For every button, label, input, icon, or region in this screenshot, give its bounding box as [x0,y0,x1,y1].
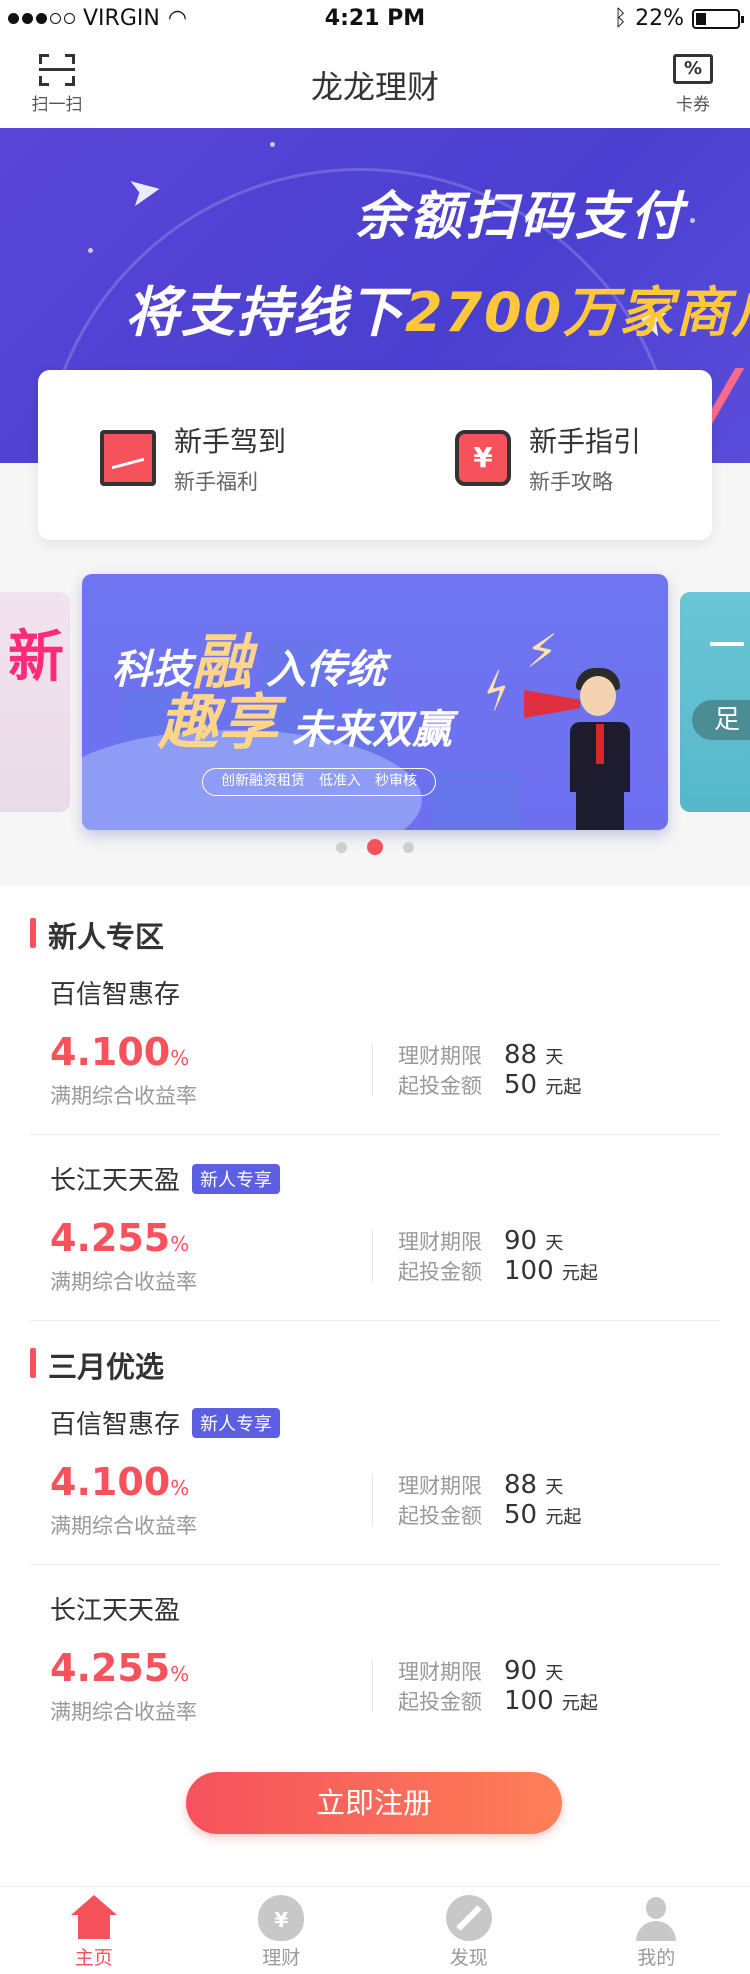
megaphone-icon [524,690,580,718]
home-icon [70,1895,117,1941]
quick-item-subtitle: 新手攻略 [529,470,613,494]
presentation-chart-icon [100,430,156,486]
tab-label: 理财 [262,1947,301,1969]
wallet-yen-icon: ¥ [455,430,511,486]
lightning-icon: ⚡ [469,659,525,723]
product-rate: 4.100% [50,1460,190,1504]
user-icon [633,1895,679,1941]
rate-label: 满期综合收益率 [50,1084,197,1108]
product-name: 长江天天盈 [50,1166,181,1196]
rate-label: 满期综合收益率 [50,1270,197,1294]
carousel-active-slide[interactable]: 科技融 入传统 趣享 未来双赢 创新融资租赁 低准入 秒审核 ⚡ ⚡ [82,574,668,830]
carousel-peek-text [710,642,744,646]
hero-headline: 余额扫码支付 [355,187,686,247]
product-rate: 4.255% [50,1646,190,1690]
tab-bar: 主页 ¥ 理财 发现 我的 [0,1886,750,1974]
term-row: 理财期限 88 天 [398,1470,564,1500]
product-rate: 4.255% [50,1216,190,1260]
carousel-peek-pill: 足 [692,700,750,740]
quick-item-title: 新手指引 [529,425,642,458]
quick-item-title: 新手驾到 [174,425,287,458]
money-bag-icon: ¥ [258,1895,305,1941]
pager-dot[interactable] [403,841,414,853]
pager-dot[interactable] [336,841,347,853]
tab-discover[interactable]: 发现 [375,1887,563,1974]
coupon-icon: % [673,54,713,84]
paper-plane-icon: ➤ [124,165,166,217]
product-name: 长江天天盈 [50,1596,181,1626]
tab-home[interactable]: 主页 [0,1887,188,1974]
term-row: 理财期限 90 天 [398,1226,564,1256]
status-bar: VIRGIN ◠ 4:21 PM ᛒ 22% [0,0,750,40]
battery-percent: 22% [635,6,684,31]
min-amount-row: 起投金额 50 元起 [398,1070,582,1100]
bluetooth-icon: ᛒ [613,6,628,31]
new-user-tag: 新人专享 [192,1407,281,1438]
rate-label: 满期综合收益率 [50,1514,197,1538]
min-amount-row: 起投金额 100 元起 [398,1256,598,1286]
coupon-label: 卡券 [676,95,710,115]
carousel-pager [0,839,750,855]
compass-icon [445,1895,492,1941]
tab-label: 主页 [74,1947,113,1969]
nav-bar: 扫一扫 龙龙理财 % 卡券 [0,40,750,128]
quick-item-subtitle: 新手福利 [174,470,258,494]
quick-item-newbie-guide[interactable]: ¥ 新手指引 新手攻略 [455,420,641,496]
register-button[interactable]: 立即注册 [186,1772,562,1834]
section-title: 新人专区 [30,914,164,956]
min-amount-row: 起投金额 50 元起 [398,1500,582,1530]
rate-label: 满期综合收益率 [50,1700,197,1724]
pager-dot-active[interactable] [367,839,383,855]
tab-label: 我的 [637,1947,676,1969]
battery-icon [692,8,744,29]
section-title: 三月优选 [30,1344,164,1386]
businessman-illustration [524,640,654,830]
term-row: 理财期限 88 天 [398,1040,564,1070]
new-user-tag: 新人专享 [192,1163,281,1194]
tab-mine[interactable]: 我的 [563,1887,750,1974]
tab-finance[interactable]: ¥ 理财 [188,1887,376,1974]
carousel-prev-slide[interactable]: 新 [0,592,70,812]
product-name: 百信智惠存 [50,980,181,1010]
page-title: 龙龙理财 [310,68,439,106]
quick-item-newbie-welcome[interactable]: 新手驾到 新手福利 [100,420,286,496]
term-row: 理财期限 90 天 [398,1656,564,1686]
quick-entry-card: 新手驾到 新手福利 ¥ 新手指引 新手攻略 [38,370,712,540]
banner-line-2: 趣享 未来双赢 [158,688,452,758]
hero-subheadline: 将支持线下2700万家商户 [125,281,750,344]
coupon-button[interactable]: % 卡券 [658,54,728,115]
tab-label: 发现 [449,1947,488,1969]
min-amount-row: 起投金额 100 元起 [398,1686,598,1716]
carousel-next-slide[interactable]: 足 [680,592,750,812]
banner-tagline: 创新融资租赁 低准入 秒审核 [202,768,436,796]
product-area: 新人专区 百信智惠存 4.100% 满期综合收益率 理财期限 88 天 起投金额 5… [0,886,750,1886]
product-rate: 4.100% [50,1030,190,1074]
product-name: 百信智惠存 [50,1410,181,1440]
